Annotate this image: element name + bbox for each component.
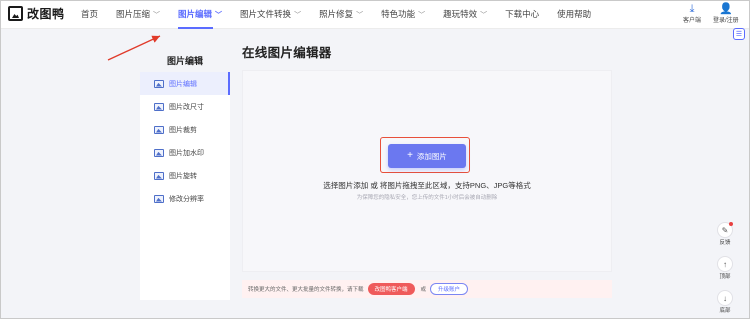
page-title: 在线图片编辑器 (242, 46, 332, 60)
bottom-label: 底部 (719, 308, 731, 314)
promo-text: 转换更大的文件、更大批量的文件转换，请下载 (248, 287, 364, 293)
image-icon (154, 148, 164, 157)
image-icon (154, 102, 164, 111)
nav-label: 图片压缩 (116, 9, 151, 19)
nav-item-effects[interactable]: 趣玩特效 ﹀ (434, 0, 496, 29)
top-label: 顶部 (719, 274, 731, 280)
sidebar-item-label: 图片旋转 (169, 172, 197, 180)
logo-text: 改图鸭 (27, 7, 65, 21)
feedback-button[interactable]: ✎ 反馈 (717, 222, 733, 246)
back-to-top-button[interactable]: ↑ 顶部 (717, 256, 733, 280)
sidebar-item-watermark[interactable]: 图片加水印 (140, 141, 230, 164)
arrow-down-icon: ↓ (717, 290, 733, 306)
site-logo[interactable]: 改图鸭 (8, 5, 65, 22)
sidebar-item-label: 图片加水印 (169, 149, 204, 157)
nav-item-features[interactable]: 特色功能 ﹀ (372, 0, 434, 29)
nav-item-help[interactable]: 使用帮助 (548, 0, 600, 29)
feedback-label: 反馈 (719, 240, 731, 246)
chevron-down-icon: ﹀ (294, 12, 302, 19)
download-promo-bar: 转换更大的文件、更大批量的文件转换，请下载 改图鸭客户端 或 升级账户 (242, 280, 612, 298)
client-download-button[interactable]: ⤓ 客户端 (683, 3, 701, 24)
nav-item-download[interactable]: 下载中心 (496, 0, 548, 29)
side-menu-icon[interactable]: ☰ (733, 28, 745, 40)
go-to-bottom-button[interactable]: ↓ 底部 (717, 290, 733, 314)
chevron-down-icon: ﹀ (215, 12, 223, 19)
chevron-down-icon: ﹀ (480, 12, 488, 19)
nav-label: 趣玩特效 (443, 9, 478, 19)
add-image-button[interactable]: + 添加图片 (388, 144, 466, 168)
client-label: 客户端 (683, 18, 702, 24)
arrow-up-icon: ↑ (717, 256, 733, 272)
main-nav: 首页 图片压缩 ﹀ 图片编辑 ﹀ 图片文件转换 ﹀ 照片修复 ﹀ 特色功能 ﹀ 趣玩特效 ﹀… (72, 0, 600, 29)
add-image-label: 添加图片 (416, 151, 447, 161)
sidebar-title: 图片编辑 (166, 56, 203, 66)
nav-item-home[interactable]: 首页 (72, 0, 107, 29)
nav-item-convert[interactable]: 图片文件转换 ﹀ (231, 0, 310, 29)
nav-label: 特色功能 (381, 9, 416, 19)
chevron-down-icon: ﹀ (356, 12, 364, 19)
download-icon: ⤓ (689, 3, 695, 15)
nav-label: 照片修复 (319, 9, 354, 19)
plus-icon: + (407, 150, 413, 161)
sidebar-item-label: 图片编辑 (169, 80, 197, 88)
nav-label: 图片编辑 (178, 9, 213, 19)
image-icon (154, 171, 164, 180)
nav-label: 使用帮助 (557, 9, 592, 19)
privacy-note: 为保障您的隐私安全，您上传的文件1小时后会被自动删除 (356, 195, 498, 201)
image-icon (154, 125, 164, 134)
nav-item-repair[interactable]: 照片修复 ﹀ (310, 0, 372, 29)
nav-item-edit[interactable]: 图片编辑 ﹀ (169, 0, 231, 29)
nav-item-compress[interactable]: 图片压缩 ﹀ (107, 0, 169, 29)
image-icon (154, 194, 164, 203)
sidebar-item-crop[interactable]: 图片裁剪 (140, 118, 230, 141)
sidebar-item-edit[interactable]: 图片编辑 (140, 72, 230, 95)
sidebar-item-label: 图片改尺寸 (169, 103, 204, 111)
chevron-down-icon: ﹀ (418, 12, 426, 19)
sidebar-item-rotate[interactable]: 图片旋转 (140, 164, 230, 187)
upload-hint: 选择图片添加 或 将图片拖拽至此区域，支持PNG、JPG等格式 (323, 181, 531, 190)
image-icon (154, 79, 164, 88)
notification-dot (729, 222, 733, 226)
top-header: 改图鸭 首页 图片压缩 ﹀ 图片编辑 ﹀ 图片文件转换 ﹀ 照片修复 ﹀ 特色功能 ﹀ 趣… (0, 0, 750, 29)
nav-label: 图片文件转换 (240, 9, 292, 19)
sidebar-item-resize[interactable]: 图片改尺寸 (140, 95, 230, 118)
upgrade-account-button[interactable]: 升级账户 (430, 283, 469, 295)
nav-label: 下载中心 (505, 9, 540, 19)
or-text: 或 (420, 287, 427, 293)
nav-label: 首页 (81, 9, 99, 19)
sidebar: 图片编辑 图片改尺寸 图片裁剪 图片加水印 图片旋转 修改分辨率 (140, 72, 230, 300)
feedback-icon: ✎ (717, 222, 733, 238)
chevron-down-icon: ﹀ (153, 12, 161, 19)
user-avatar-icon: 👤 (718, 3, 733, 15)
sidebar-item-label: 图片裁剪 (169, 126, 197, 134)
login-button[interactable]: 👤 登录/注册 (713, 3, 739, 24)
logo-icon (8, 6, 23, 21)
sidebar-item-resolution[interactable]: 修改分辨率 (140, 187, 230, 210)
login-label: 登录/注册 (713, 18, 739, 24)
sidebar-item-label: 修改分辨率 (169, 195, 204, 203)
client-download-link[interactable]: 改图鸭客户端 (367, 283, 415, 295)
